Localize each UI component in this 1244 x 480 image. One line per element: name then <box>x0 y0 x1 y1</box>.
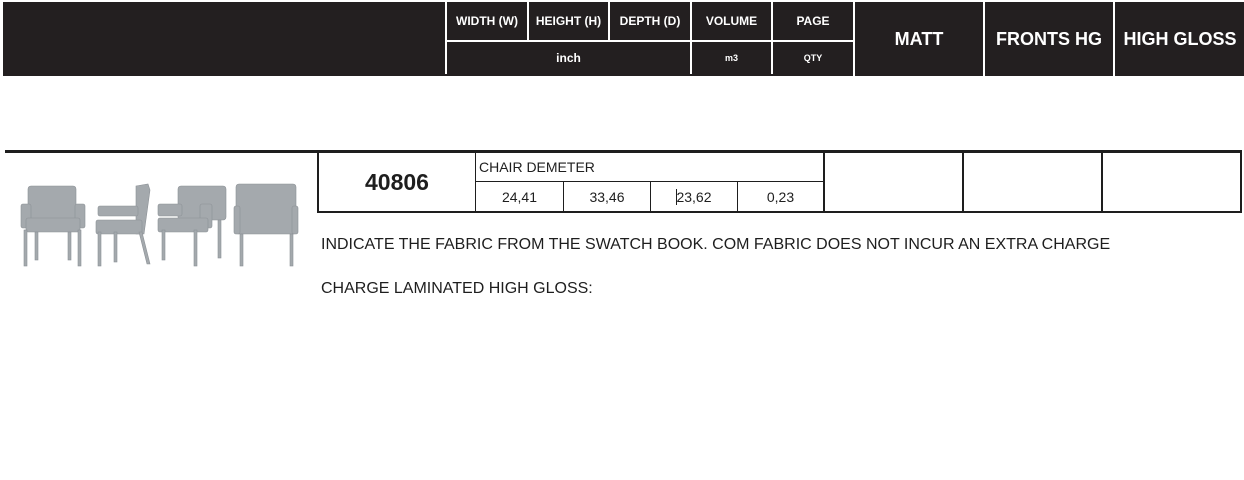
chair-view-side <box>95 183 151 267</box>
chair-view-back <box>233 183 299 267</box>
product-code: 40806 <box>365 168 429 195</box>
fronts-hg-price-cell <box>964 153 1101 211</box>
height-header: HEIGHT (H) <box>535 14 602 28</box>
page-header: PAGE <box>796 14 830 28</box>
high-gloss-price-cell <box>1103 153 1240 211</box>
unit-inch: inch <box>556 51 581 65</box>
product-name: CHAIR DEMETER <box>479 159 595 175</box>
text-cursor <box>676 189 677 205</box>
table-divider <box>1240 150 1242 213</box>
width-value: 24,41 <box>501 188 538 205</box>
fronts-hg-header: FRONTS HG <box>996 28 1102 49</box>
depth-header: DEPTH (D) <box>619 14 681 28</box>
height-value: 33,46 <box>589 188 625 205</box>
matt-price-cell <box>825 153 962 211</box>
unit-m3: m3 <box>724 53 738 63</box>
fabric-note: INDICATE THE FABRIC FROM THE SWATCH BOOK… <box>321 236 1111 253</box>
matt-header: MATT <box>894 28 944 49</box>
volume-header: VOLUME <box>705 14 758 28</box>
armchair-views-image <box>18 180 300 272</box>
table-bottom-rule <box>317 211 1242 213</box>
volume-value: 0,23 <box>766 188 795 205</box>
high-gloss-header: HIGH GLOSS <box>1123 28 1237 49</box>
laminated-note: CHARGE LAMINATED HIGH GLOSS: <box>321 280 593 297</box>
depth-value: 23,62 <box>676 188 712 205</box>
unit-qty: QTY <box>803 53 823 63</box>
header-band: WIDTH (W) HEIGHT (H) DEPTH (D) VOLUME PA… <box>3 2 1244 76</box>
chair-view-three-quarter <box>157 185 227 267</box>
width-header: WIDTH (W) <box>456 14 518 28</box>
chair-view-front <box>20 185 86 267</box>
